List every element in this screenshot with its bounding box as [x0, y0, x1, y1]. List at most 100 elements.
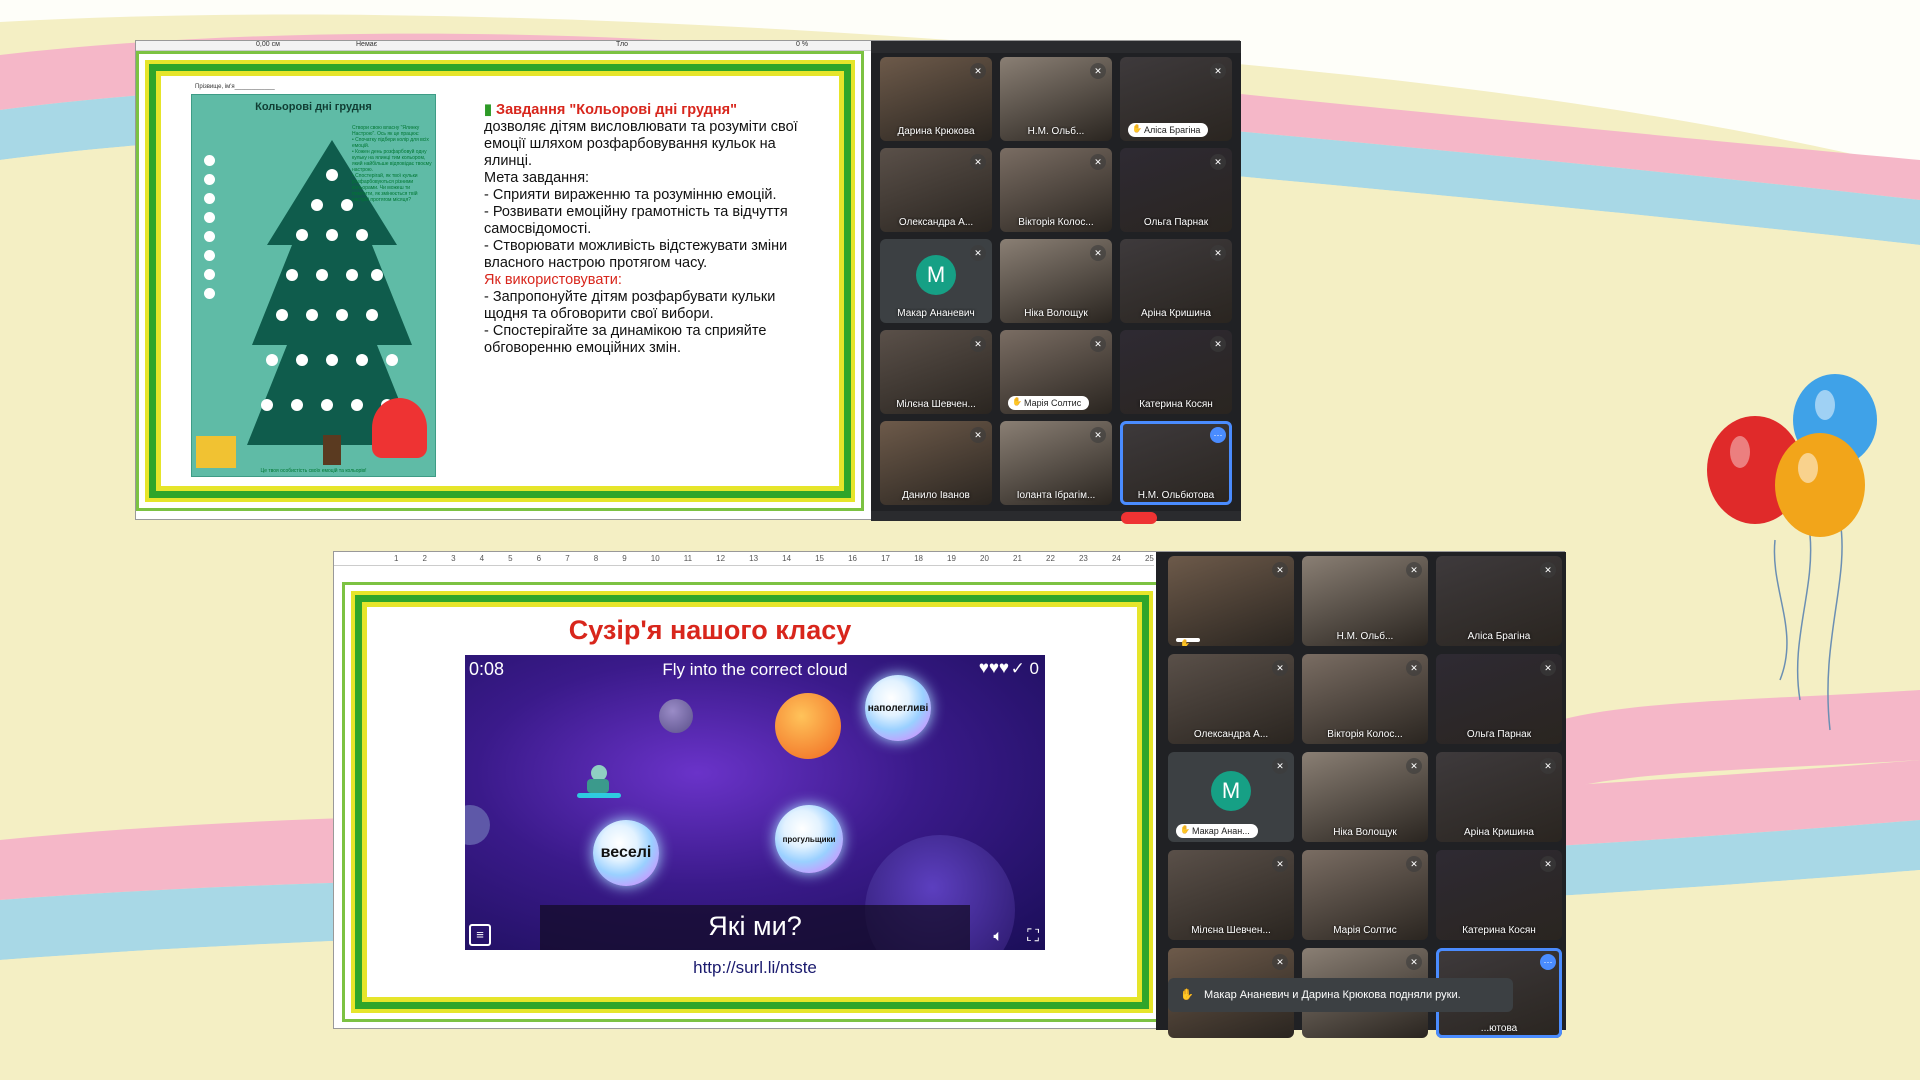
participant-tile[interactable]: ⋯ Н.М. Ольбютова: [1120, 421, 1232, 505]
participant-tile[interactable]: ✕ Ольга Парнак: [1120, 148, 1232, 232]
avatar-initial: M: [1211, 771, 1251, 811]
participant-tile[interactable]: ✕ Аріна Кришина: [1120, 239, 1232, 323]
participant-tile[interactable]: ✕ Катерина Косян: [1120, 330, 1232, 414]
participant-name: Ольга Парнак: [1143, 217, 1209, 228]
sound-icon[interactable]: 🔈︎: [993, 928, 1003, 946]
ruler-number: 24: [1111, 554, 1121, 563]
toolbar-zoom[interactable]: 0 %: [796, 41, 808, 48]
ruler-number: 10: [650, 554, 660, 563]
worksheet-image: Прізвище, ім'я____________ Кольорові дні…: [191, 82, 436, 477]
participant-tile[interactable]: ✕ Катерина Косян: [1436, 850, 1562, 940]
ruler-number: 12: [716, 554, 726, 563]
participant-tile[interactable]: ✕ Марія Солтис: [1302, 850, 1428, 940]
participant-name: Макар Ананевич: [897, 308, 975, 319]
usage-item: - Спостерігайте за динамікою та сприяйте…: [484, 323, 767, 356]
participant-tile[interactable]: ✕ Вікторія Колос...: [1302, 654, 1428, 744]
goal-item: - Сприяти вираженню та розумінню емоцій.: [484, 187, 777, 203]
menu-icon[interactable]: ≡: [469, 924, 491, 946]
usage-label: Як використовувати:: [484, 272, 622, 288]
muted-mic-icon: ✕: [1406, 660, 1422, 676]
goal-item: - Розвивати емоційну грамотність та відч…: [484, 204, 788, 237]
emoji-color-key: [204, 155, 234, 299]
end-call-button[interactable]: [1121, 512, 1157, 524]
muted-mic-icon: ✕: [1272, 660, 1288, 676]
ruler-number: 9: [622, 554, 627, 563]
participant-tile[interactable]: ✕ Ніка Волощук: [1302, 752, 1428, 842]
muted-mic-icon: ✕: [1272, 758, 1288, 774]
participant-tile[interactable]: ✕ Іоланта Ібрагім...: [1000, 421, 1112, 505]
participant-tile[interactable]: ✕ Аліса Брагіна: [1436, 556, 1562, 646]
raised-hand-chip: Макар Анан...: [1176, 824, 1258, 838]
astronaut-player-icon[interactable]: [577, 765, 621, 801]
participant-tile[interactable]: ✕ Дарина Крюкова: [880, 57, 992, 141]
participant-tile[interactable]: M ✕ Макар Анан...: [1168, 752, 1294, 842]
participant-tile[interactable]: ✕ Мілєна Шевчен...: [880, 330, 992, 414]
ruler-number: 3: [451, 554, 456, 563]
participant-name: Данило Іванов: [902, 490, 970, 501]
answer-bubble[interactable]: прогульщики: [775, 805, 843, 873]
muted-mic-icon: ✕: [1272, 954, 1288, 970]
muted-mic-icon: ✕: [1540, 660, 1556, 676]
muted-mic-icon: ✕: [1406, 856, 1422, 872]
fullscreen-icon[interactable]: ⛶: [1027, 926, 1039, 946]
participant-name: Мілєна Шевчен...: [1191, 925, 1271, 936]
participant-name: Н.М. Ольб...: [1336, 631, 1394, 642]
participant-tile[interactable]: ✕ Н.М. Ольб...: [1000, 57, 1112, 141]
screenshot-panel-bottom: 1 2 3 4 5 6 7 8 9 10 11 12 13 14 15 16 17 18 19 20 21 22 23 24 2…: [333, 551, 1566, 1038]
participant-tile[interactable]: ✕ Аліса Брагіна: [1120, 57, 1232, 141]
planet-orange: [775, 693, 841, 759]
ruler-number: 1: [394, 554, 399, 563]
participant-tile[interactable]: ✕ Аріна Кришина: [1436, 752, 1562, 842]
participant-name: Аліса Брагіна: [1467, 631, 1531, 642]
muted-mic-icon: ✕: [1090, 154, 1106, 170]
ruler-number: 19: [947, 554, 956, 563]
participant-tile[interactable]: M ✕ Макар Ананевич: [880, 239, 992, 323]
speaking-indicator-icon: ⋯: [1210, 427, 1226, 443]
goal-label: Мета завдання:: [484, 170, 590, 186]
ruler-number: 23: [1078, 554, 1088, 563]
participant-name: Ніка Волощук: [1333, 827, 1397, 838]
participant-tile[interactable]: ✕ Данило Іванов: [880, 421, 992, 505]
ruler-number: 6: [536, 554, 542, 563]
muted-mic-icon: ✕: [1272, 562, 1288, 578]
slide-2: Сузір'я нашого класу 0:08 Fly into the c…: [342, 582, 1162, 1022]
participant-tile[interactable]: ✕ Ніка Волощук: [1000, 239, 1112, 323]
document-ruler: 1 2 3 4 5 6 7 8 9 10 11 12 13 14 15 16 17 18 19 20 21 22 23 24 2…: [334, 552, 1154, 566]
participant-tile[interactable]: ✕ Вікторія Колос...: [1000, 148, 1112, 232]
planet-left: [465, 805, 490, 845]
raised-hand-chip: Марія Солтис: [1008, 396, 1090, 410]
muted-mic-icon: ✕: [1210, 336, 1226, 352]
game-link[interactable]: http://surl.li/ntste: [465, 958, 1045, 978]
muted-mic-icon: ✕: [1540, 562, 1556, 578]
wordwall-game[interactable]: 0:08 Fly into the correct cloud ♥♥♥ ✓ 0 …: [465, 655, 1045, 950]
participant-tile[interactable]: ✕ Мілєна Шевчен...: [1168, 850, 1294, 940]
game-instruction: Fly into the correct cloud: [662, 660, 848, 679]
participant-name: Іоланта Ібрагім...: [1016, 490, 1096, 501]
worksheet-title: Кольорові дні грудня: [255, 101, 372, 113]
answer-bubble[interactable]: наполегливі: [865, 675, 931, 741]
toolbar-field-3[interactable]: Тло: [616, 41, 628, 48]
toolbar-field-1[interactable]: 0,00 см: [256, 41, 280, 48]
participant-name: Н.М. Ольб...: [1027, 126, 1085, 137]
muted-mic-icon: ✕: [1540, 856, 1556, 872]
participant-tile[interactable]: ✕ Олександра А...: [880, 148, 992, 232]
participant-tile[interactable]: ✕ Н.М. Ольб...: [1302, 556, 1428, 646]
toolbar-field-2[interactable]: Немає: [356, 41, 377, 48]
question-text: Які ми?: [708, 911, 802, 941]
participant-tile[interactable]: ✕: [1168, 556, 1294, 646]
worksheet-card: Кольорові дні грудня Створи свою власну …: [191, 94, 436, 477]
slide-2-title: Сузір'я нашого класу: [568, 615, 852, 645]
avatar-initial: M: [916, 255, 956, 295]
worksheet-instructions: Створи свою власну "Ялинку Настрою". Ось…: [352, 125, 432, 203]
participant-tile[interactable]: ✕ Ольга Парнак: [1436, 654, 1562, 744]
raised-hand-chip: [1176, 638, 1200, 646]
muted-mic-icon: ✕: [1090, 63, 1106, 79]
muted-mic-icon: ✕: [970, 427, 986, 443]
participant-tile[interactable]: ✕ Олександра А...: [1168, 654, 1294, 744]
speaking-indicator-icon: ⋯: [1540, 954, 1556, 970]
answer-bubble[interactable]: веселі: [593, 820, 659, 886]
participant-tile[interactable]: ✕ Марія Солтис: [1000, 330, 1112, 414]
hand-raise-icon: ✋: [1180, 989, 1194, 1001]
muted-mic-icon: ✕: [1406, 758, 1422, 774]
participant-name: Олександра А...: [1193, 729, 1269, 740]
